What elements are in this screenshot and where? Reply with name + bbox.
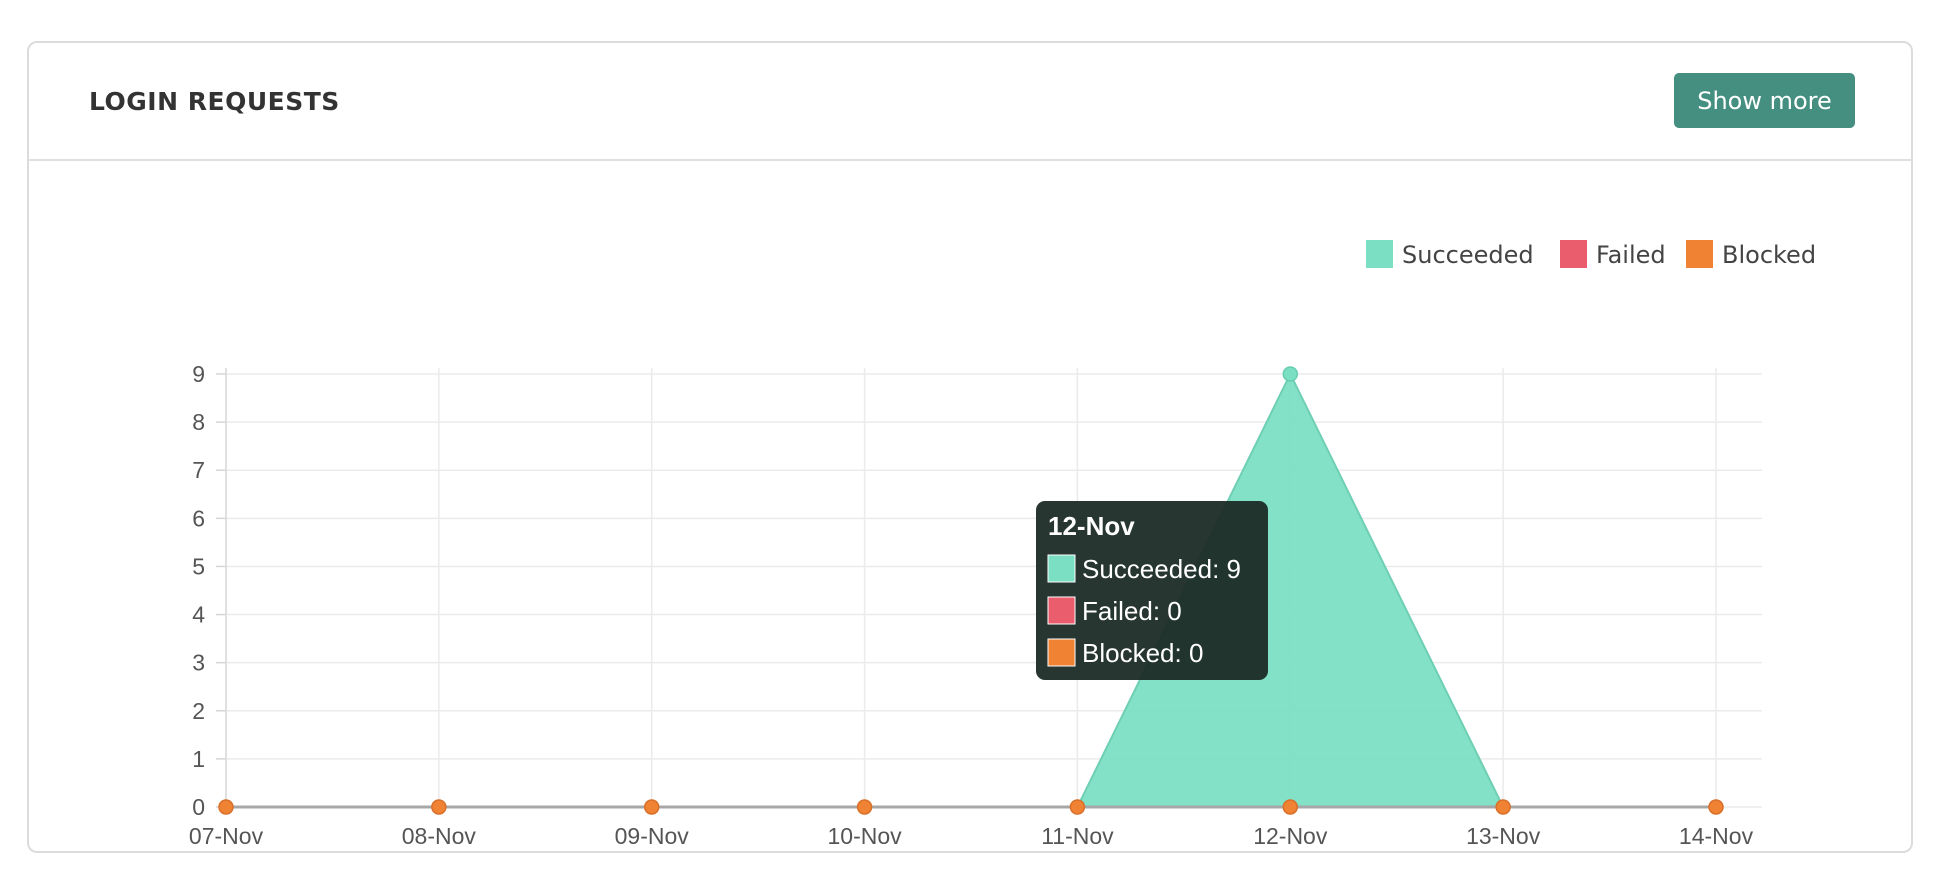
y-tick-label: 3 [192,650,205,676]
legend-swatch [1686,240,1713,268]
point-succeeded [1282,366,1299,382]
legend-label: Succeeded [1402,241,1534,269]
x-tick-label: 14-Nov [1679,823,1754,849]
tooltip-line: Failed: 0 [1082,596,1182,626]
point-blocked [1282,799,1299,815]
tooltip-swatch [1047,554,1076,583]
y-tick-label: 2 [192,698,205,724]
legend-label: Blocked [1722,241,1816,269]
y-tick-label: 8 [192,409,205,435]
legend-label: Failed [1596,241,1666,269]
x-tick-label: 10-Nov [827,823,902,849]
line-succeeded [226,371,1716,808]
tooltip-line: Blocked: 0 [1082,638,1203,668]
tooltip-title: 12-Nov [1048,511,1135,541]
x-tick-label: 11-Nov [1041,823,1114,849]
x-tick-label: 09-Nov [615,823,690,849]
y-tick-label: 5 [192,553,205,579]
tooltip-swatch [1047,596,1076,625]
y-tick-label: 0 [192,794,205,820]
point-blocked [1708,799,1724,815]
point-blocked [1495,799,1511,815]
point-blocked [856,799,873,815]
point-blocked [218,799,234,815]
x-tick-label: 12-Nov [1253,823,1328,849]
y-tick-label: 7 [192,457,205,483]
area-succeeded [226,374,1716,807]
x-tick-label: 13-Nov [1466,823,1541,849]
tooltip-swatch [1047,638,1076,667]
y-tick-label: 4 [192,602,205,628]
point-blocked [431,799,447,815]
x-tick-label: 08-Nov [402,823,477,849]
legend-swatch [1366,240,1393,268]
y-tick-label: 1 [192,746,205,772]
login-requests-chart: 0 1 2 3 4 5 6 7 8 9 07-Nov 08-Nov 09-Nov 10-Nov 11-Nov… [189,240,1816,849]
point-blocked [643,799,660,815]
y-tick-label: 9 [192,361,205,387]
y-tick-label: 6 [192,505,205,531]
tooltip-line: Succeeded: 9 [1082,554,1241,584]
legend-swatch [1560,240,1587,268]
point-blocked [1069,799,1086,815]
x-tick-label: 07-Nov [189,823,264,849]
